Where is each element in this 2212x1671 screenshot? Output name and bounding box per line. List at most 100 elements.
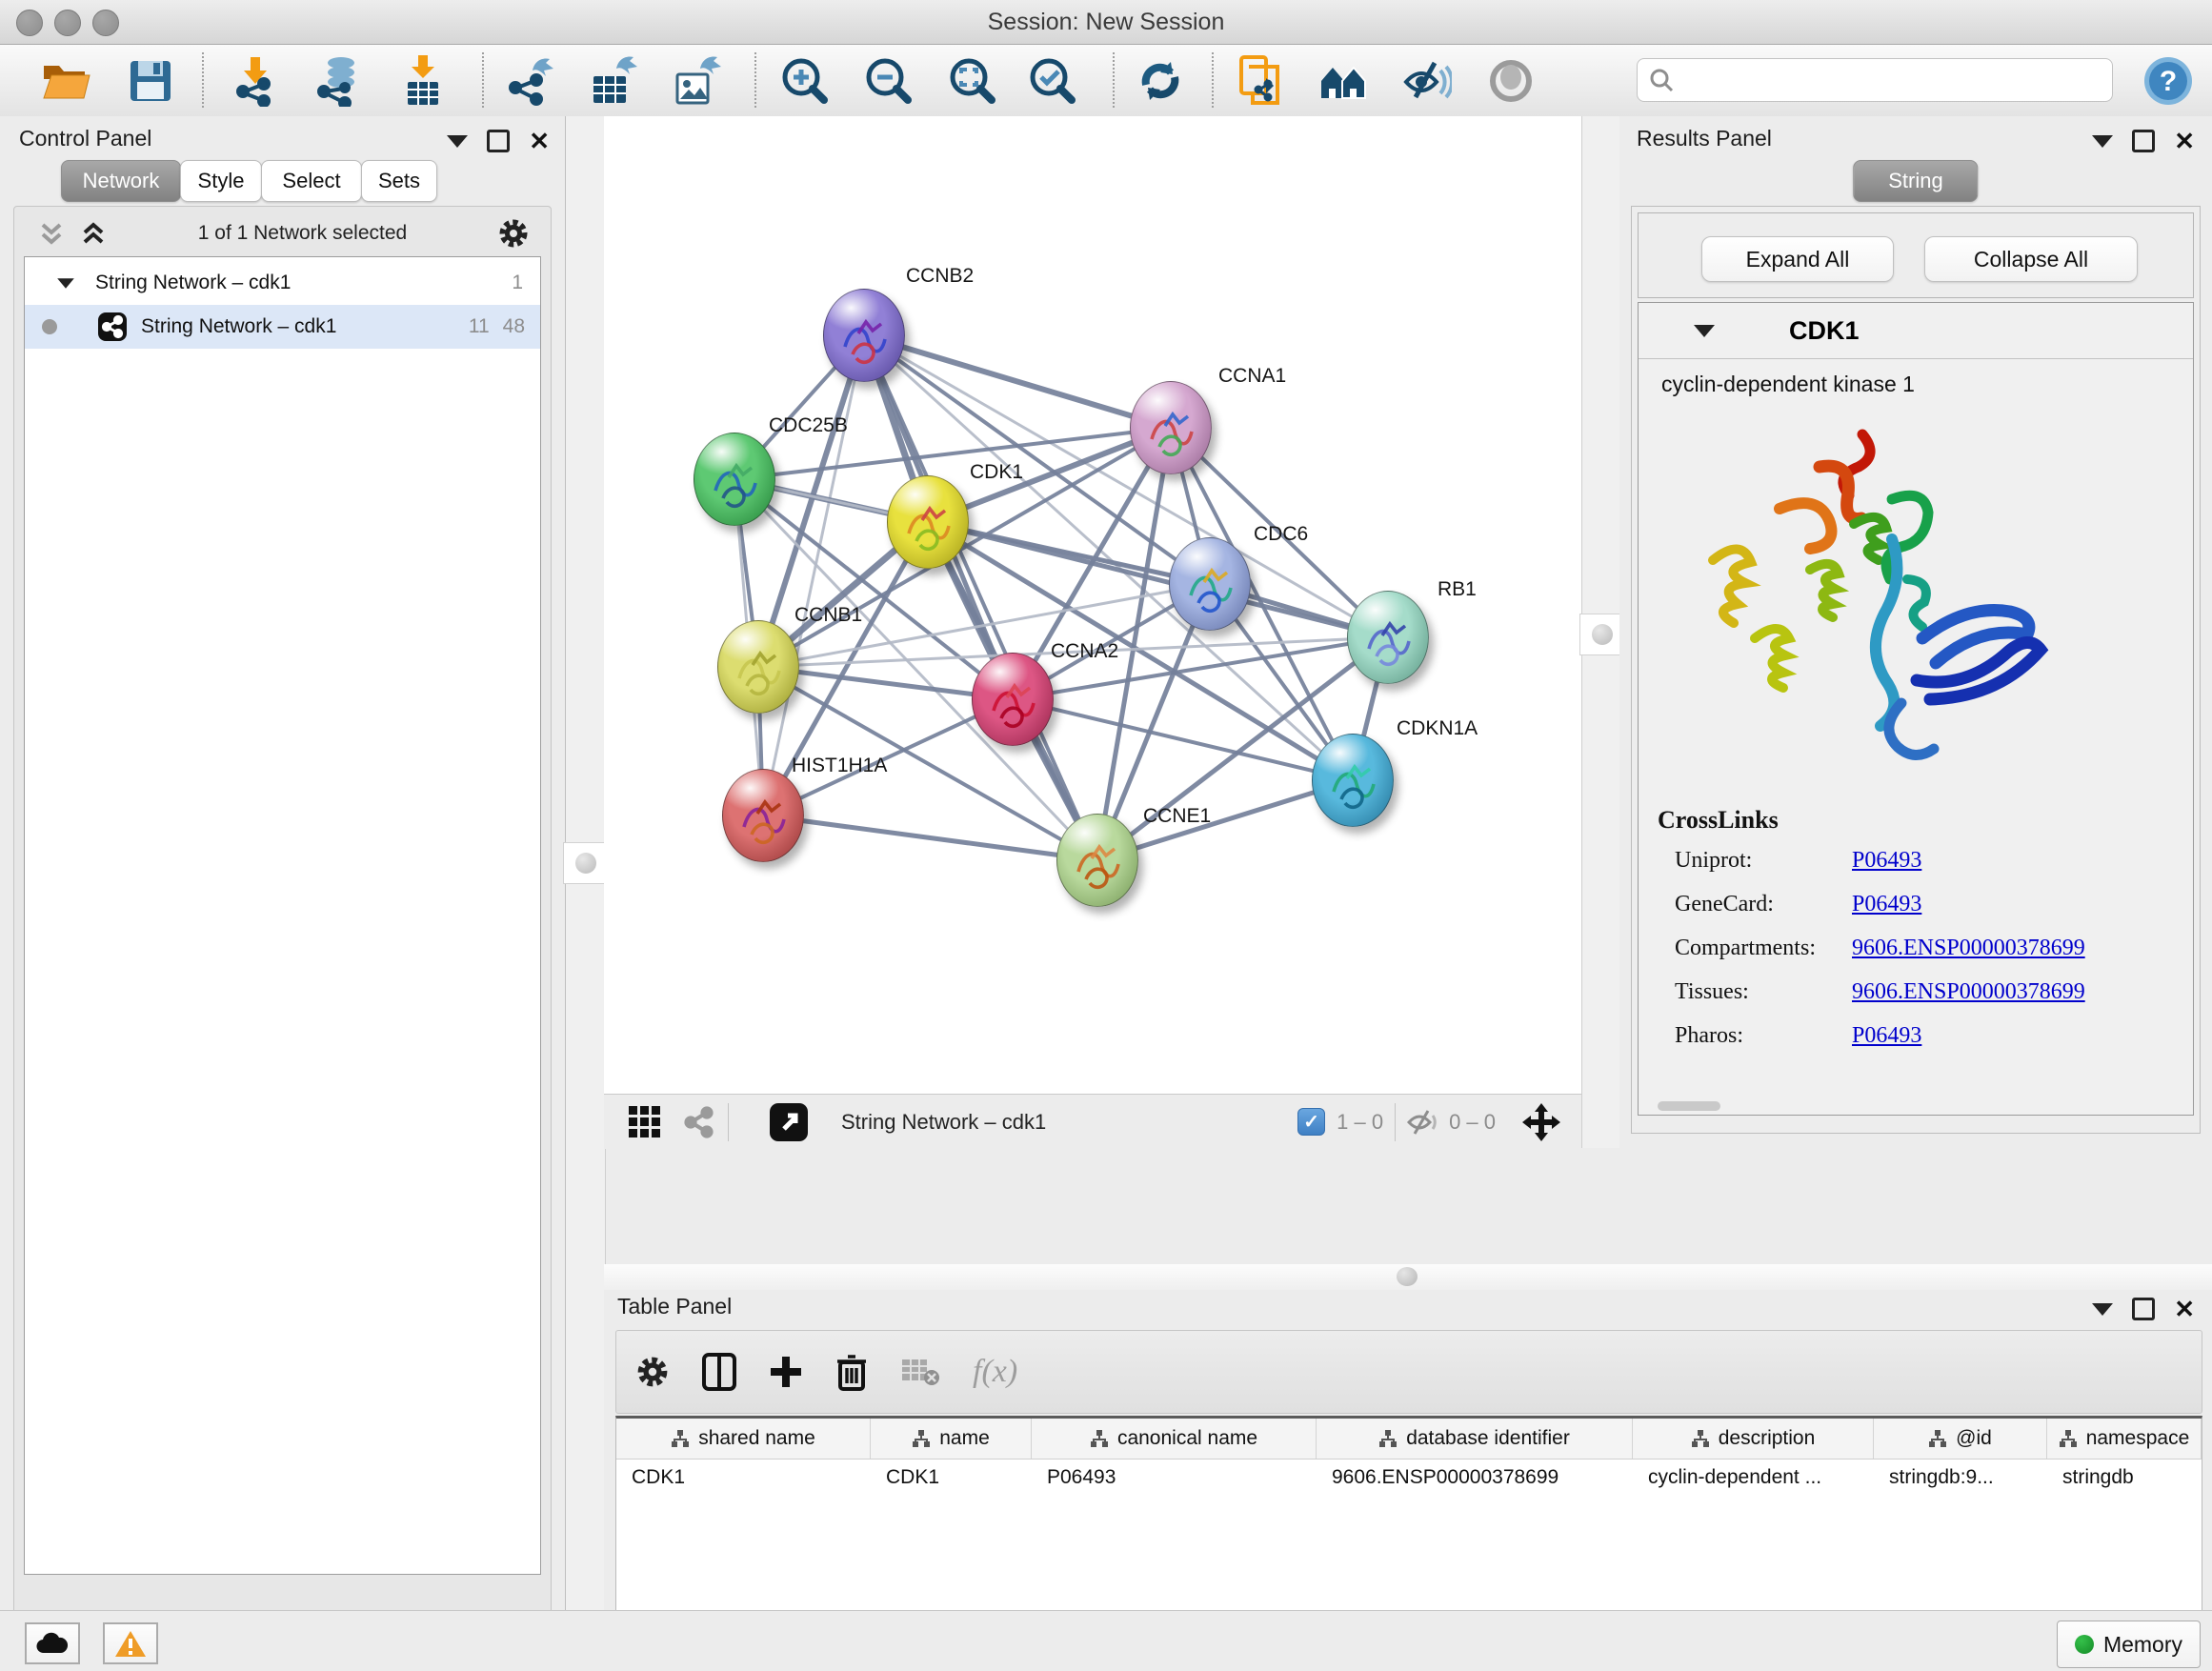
float-panel-icon[interactable] <box>2092 1303 2113 1316</box>
close-panel-icon[interactable]: ✕ <box>2174 131 2195 151</box>
delete-table-icon[interactable] <box>900 1356 940 1388</box>
collapse-all-button[interactable]: Collapse All <box>1924 236 2138 282</box>
network-node-ccna2[interactable] <box>972 653 1054 746</box>
right-splitter[interactable] <box>1581 116 1622 1148</box>
zoom-selected-button[interactable] <box>1023 51 1082 111</box>
column-header-namespace[interactable]: namespace <box>2047 1419 2202 1459</box>
results-scrollbar-thumb[interactable] <box>1658 1101 1720 1111</box>
column-header-canonical-name[interactable]: canonical name <box>1032 1419 1317 1459</box>
tissues-link[interactable]: 9606.ENSP00000378699 <box>1852 979 2085 1004</box>
tab-select[interactable]: Select <box>261 160 362 202</box>
tab-sets[interactable]: Sets <box>361 160 437 202</box>
table-cell[interactable]: stringdb:9... <box>1874 1460 2047 1500</box>
table-data-row[interactable]: CDK1CDK1P064939606.ENSP00000378699cyclin… <box>616 1460 2202 1500</box>
network-edge[interactable] <box>763 335 864 815</box>
search-input[interactable] <box>1683 67 2101 93</box>
gear-icon[interactable] <box>497 217 530 250</box>
maximize-panel-icon[interactable] <box>487 130 510 152</box>
help-button[interactable]: ? <box>2139 51 2198 111</box>
import-network-from-database-button[interactable] <box>310 51 369 111</box>
compartments-link[interactable]: 9606.ENSP00000378699 <box>1852 936 2085 960</box>
genecard-link[interactable]: P06493 <box>1852 892 1921 916</box>
open-session-button[interactable] <box>37 51 96 111</box>
float-panel-icon[interactable] <box>2092 135 2113 148</box>
network-canvas[interactable]: CCNB2CCNA1CDC25BCDK1CDC6RB1CCNB1CCNA2CDK… <box>604 116 1581 1094</box>
network-node-ccnb2[interactable] <box>823 289 905 382</box>
show-button[interactable] <box>1481 51 1540 111</box>
expand-all-button[interactable]: Expand All <box>1701 236 1894 282</box>
network-node-ccna1[interactable] <box>1130 381 1212 474</box>
table-cell[interactable]: 9606.ENSP00000378699 <box>1317 1460 1633 1500</box>
open-in-window-icon[interactable] <box>769 1102 809 1142</box>
network-edge[interactable] <box>763 815 1097 860</box>
tab-style[interactable]: Style <box>180 160 262 202</box>
network-edge[interactable] <box>864 335 1097 860</box>
table-cell[interactable]: CDK1 <box>871 1460 1032 1500</box>
collapse-all-icon[interactable] <box>37 219 66 248</box>
zoom-fit-button[interactable] <box>943 51 1002 111</box>
maximize-panel-icon[interactable] <box>2132 1298 2155 1320</box>
left-splitter[interactable] <box>565 116 606 1610</box>
import-table-button[interactable] <box>393 51 452 111</box>
column-header--id[interactable]: @id <box>1874 1419 2047 1459</box>
birds-eye-icon[interactable] <box>1520 1101 1562 1143</box>
column-header-name[interactable]: name <box>871 1419 1032 1459</box>
protein-card-header[interactable]: CDK1 <box>1639 303 2193 359</box>
export-image-button[interactable] <box>668 51 727 111</box>
selected-checkbox[interactable]: ✓ <box>1297 1108 1325 1136</box>
warnings-button[interactable] <box>103 1622 158 1664</box>
network-node-cdkn1a[interactable] <box>1312 734 1394 827</box>
expand-all-icon[interactable] <box>79 219 108 248</box>
add-column-icon[interactable] <box>769 1355 803 1389</box>
network-node-rb1[interactable] <box>1347 591 1429 684</box>
function-builder-icon[interactable]: f(x) <box>973 1354 1017 1390</box>
tree-expand-icon[interactable] <box>57 278 74 288</box>
close-panel-icon[interactable]: ✕ <box>529 131 550 151</box>
refresh-button[interactable] <box>1131 51 1190 111</box>
tab-string[interactable]: String <box>1853 160 1978 202</box>
share-document-button[interactable] <box>1230 51 1289 111</box>
float-panel-icon[interactable] <box>447 135 468 148</box>
network-node-ccnb1[interactable] <box>717 620 799 714</box>
horizontal-splitter-handle[interactable] <box>1397 1267 1418 1286</box>
collapse-card-icon[interactable] <box>1694 325 1715 337</box>
delete-column-icon[interactable] <box>835 1353 868 1391</box>
network-node-cdc25b[interactable] <box>694 433 775 526</box>
close-panel-icon[interactable]: ✕ <box>2174 1299 2195 1319</box>
network-row-selected[interactable]: String Network – cdk1 11 48 <box>25 305 540 349</box>
table-cell[interactable]: stringdb <box>2047 1460 2202 1500</box>
cloud-button[interactable] <box>25 1622 80 1664</box>
zoom-out-button[interactable] <box>859 51 918 111</box>
horizontal-splitter[interactable] <box>604 1264 2212 1290</box>
hide-button[interactable] <box>1398 51 1457 111</box>
tab-network[interactable]: Network <box>61 160 181 202</box>
export-network-button[interactable] <box>500 51 559 111</box>
home-button[interactable] <box>1314 51 1373 111</box>
network-node-cdc6[interactable] <box>1169 537 1251 631</box>
right-splitter-handle[interactable] <box>1579 614 1625 655</box>
column-header-description[interactable]: description <box>1633 1419 1874 1459</box>
gear-icon[interactable] <box>635 1355 670 1389</box>
uniprot-link[interactable]: P06493 <box>1852 848 1921 873</box>
network-edge[interactable] <box>928 522 1388 637</box>
network-node-cdk1[interactable] <box>887 475 969 569</box>
export-table-button[interactable] <box>584 51 643 111</box>
network-collection-row[interactable]: String Network – cdk1 1 <box>25 261 540 305</box>
show-column-icon[interactable] <box>702 1353 736 1391</box>
table-cell[interactable]: cyclin-dependent ... <box>1633 1460 1874 1500</box>
column-header-shared-name[interactable]: shared name <box>616 1419 871 1459</box>
table-cell[interactable]: CDK1 <box>616 1460 871 1500</box>
import-network-button[interactable] <box>226 51 285 111</box>
save-session-button[interactable] <box>121 51 180 111</box>
zoom-in-button[interactable] <box>775 51 835 111</box>
table-cell[interactable]: P06493 <box>1032 1460 1317 1500</box>
share-view-icon[interactable] <box>682 1105 716 1139</box>
grid-view-icon[interactable] <box>627 1104 663 1140</box>
left-splitter-handle[interactable] <box>563 842 609 884</box>
pharos-link[interactable]: P06493 <box>1852 1023 1921 1048</box>
network-node-ccne1[interactable] <box>1056 814 1138 907</box>
search-box[interactable] <box>1637 58 2113 102</box>
memory-button[interactable]: Memory <box>2057 1621 2201 1668</box>
network-node-hist1h1a[interactable] <box>722 769 804 862</box>
network-edge[interactable] <box>864 335 1171 428</box>
